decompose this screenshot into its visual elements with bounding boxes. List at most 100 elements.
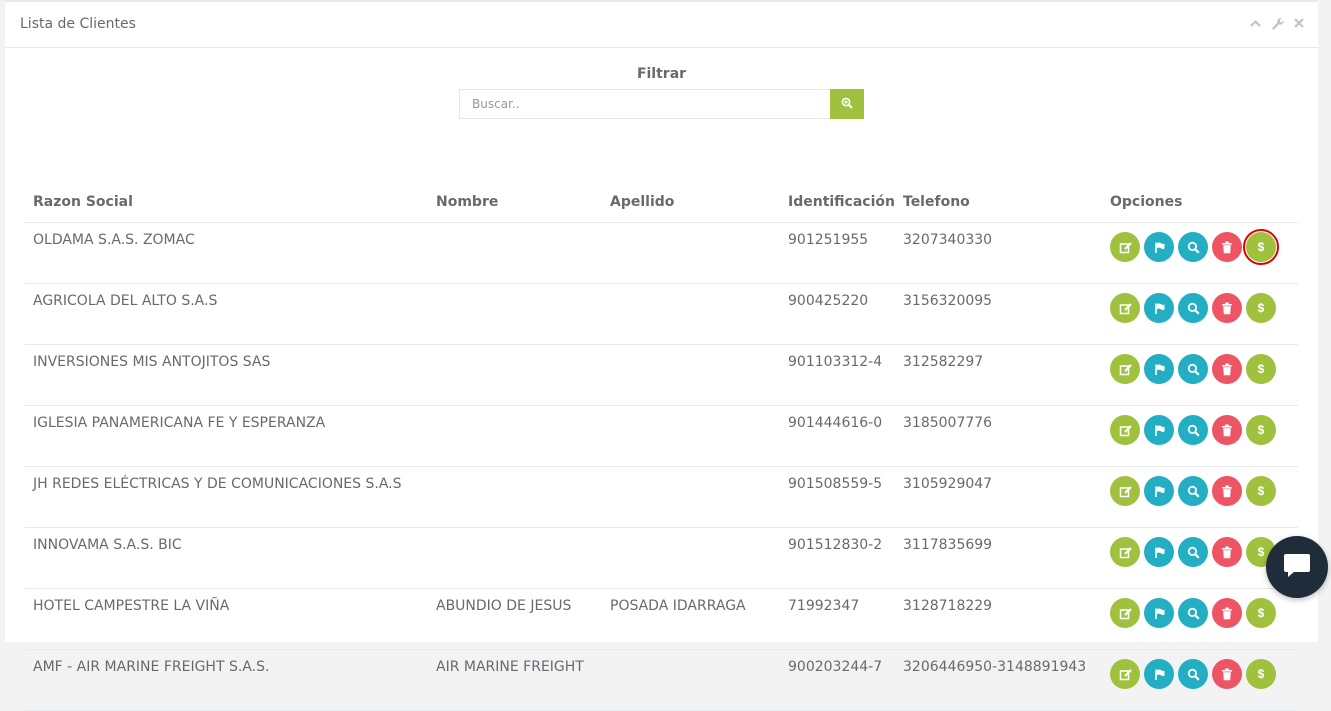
search-button[interactable] [830,89,864,119]
payment-button[interactable]: $ [1246,293,1276,323]
table-row: IGLESIA PANAMERICANA FE Y ESPERANZA 90144… [25,405,1298,467]
view-button[interactable] [1178,476,1208,506]
close-icon[interactable] [1293,17,1306,30]
edit-button[interactable] [1110,293,1140,323]
delete-button[interactable] [1212,415,1242,445]
cell-apellido [602,649,780,711]
edit-button[interactable] [1110,232,1140,262]
option-buttons: $ [1110,229,1290,265]
delete-button[interactable] [1212,354,1242,384]
flag-button[interactable] [1144,537,1174,567]
cell-id: 901444616-0 [780,405,895,467]
edit-icon [1119,668,1132,681]
cell-tel: 3128718229 [895,588,1102,650]
delete-button[interactable] [1212,232,1242,262]
flag-button[interactable] [1144,415,1174,445]
view-button[interactable] [1178,415,1208,445]
delete-button[interactable] [1212,293,1242,323]
cell-id: 71992347 [780,588,895,650]
clients-table: Razon Social Nombre Apellido Identificac… [25,182,1298,711]
header-telefono[interactable]: Telefono [895,182,1102,223]
payment-button[interactable]: $ [1246,476,1276,506]
delete-button[interactable] [1212,476,1242,506]
cell-tel: 312582297 [895,344,1102,406]
flag-button[interactable] [1144,232,1174,262]
cell-tel: 3185007776 [895,405,1102,467]
cell-nombre [428,344,602,406]
flag-button[interactable] [1144,293,1174,323]
header-identificacion[interactable]: Identificación [780,182,895,223]
search-icon [1187,241,1200,254]
cell-id: 901512830-2 [780,527,895,589]
cell-razon: OLDAMA S.A.S. ZOMAC [25,222,428,284]
view-button[interactable] [1178,598,1208,628]
clients-panel: Lista de Clientes Filtrar Buscar.. Razon… [5,0,1318,711]
search-input[interactable] [459,89,830,119]
trash-icon [1221,241,1233,254]
cell-opciones: $ [1102,344,1298,406]
cell-opciones: $ [1102,283,1298,345]
edit-icon [1119,607,1132,620]
edit-button[interactable] [1110,476,1140,506]
table-row: JH REDES ELÉCTRICAS Y DE COMUNICACIONES … [25,466,1298,528]
trash-icon [1221,607,1233,620]
edit-button[interactable] [1110,415,1140,445]
payment-button[interactable]: $ [1243,229,1279,265]
edit-icon [1119,546,1132,559]
option-buttons: $ [1110,537,1290,567]
filter-label: Filtrar [636,66,687,82]
delete-button[interactable] [1212,537,1242,567]
edit-button[interactable] [1110,598,1140,628]
cell-opciones: $ [1102,405,1298,467]
flag-button[interactable] [1144,476,1174,506]
payment-button[interactable]: $ [1246,354,1276,384]
option-buttons: $ [1110,415,1290,445]
cell-id: 901508559-5 [780,466,895,528]
chevron-up-icon[interactable] [1249,17,1262,30]
flag-button[interactable] [1144,354,1174,384]
delete-button[interactable] [1212,598,1242,628]
trash-icon [1221,485,1233,498]
cell-nombre [428,222,602,284]
flag-icon [1153,241,1166,254]
chat-widget-button[interactable] [1266,536,1328,598]
view-button[interactable] [1178,537,1208,567]
option-buttons: $ [1110,476,1290,506]
view-button[interactable] [1178,659,1208,689]
edit-button[interactable] [1110,537,1140,567]
cell-opciones: $ [1102,588,1298,650]
option-buttons: $ [1110,293,1290,323]
dollar-icon: $ [1257,423,1265,437]
view-button[interactable] [1178,293,1208,323]
cell-nombre [428,405,602,467]
cell-id: 901103312-4 [780,344,895,406]
cell-apellido [602,344,780,406]
dollar-icon: $ [1257,545,1265,559]
cell-id: 900425220 [780,283,895,345]
wrench-icon[interactable] [1271,17,1284,30]
search-icon [1187,302,1200,315]
flag-button[interactable] [1144,659,1174,689]
payment-button[interactable]: $ [1246,598,1276,628]
delete-button[interactable] [1212,659,1242,689]
cell-razon: AGRICOLA DEL ALTO S.A.S [25,283,428,345]
cell-nombre: AIR MARINE FREIGHT [428,649,602,711]
edit-button[interactable] [1110,659,1140,689]
cell-opciones: $ [1102,466,1298,528]
panel-tools [1249,17,1306,30]
payment-button[interactable]: $ [1246,415,1276,445]
header-apellido[interactable]: Apellido [602,182,780,223]
view-button[interactable] [1178,354,1208,384]
payment-button[interactable]: $ [1246,659,1276,689]
header-nombre[interactable]: Nombre [428,182,602,223]
cell-id: 900203244-7 [780,649,895,711]
view-button[interactable] [1178,232,1208,262]
edit-button[interactable] [1110,354,1140,384]
header-razon-social[interactable]: Razon Social [25,182,428,223]
cell-apellido [602,222,780,284]
header-opciones: Opciones [1102,182,1298,223]
trash-icon [1221,363,1233,376]
flag-button[interactable] [1144,598,1174,628]
option-buttons: $ [1110,598,1290,628]
cell-tel: 3206446950-3148891943 [895,649,1102,711]
